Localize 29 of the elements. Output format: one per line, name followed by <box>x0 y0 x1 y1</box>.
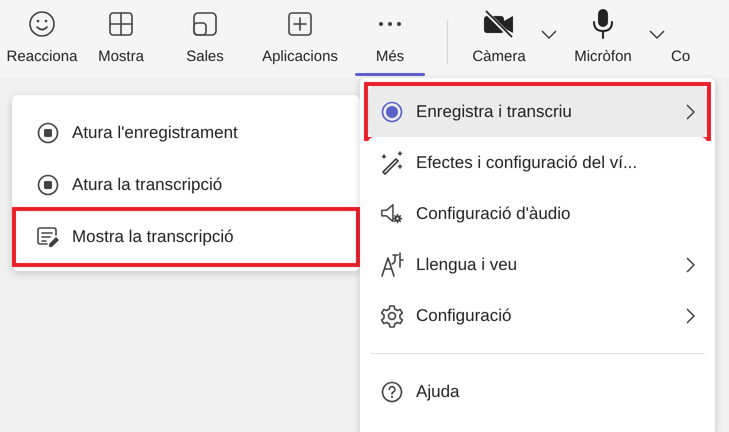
toolbar-button[interactable]: Reacciona <box>0 0 84 78</box>
toolbar-button[interactable]: Aplicacions <box>252 0 348 78</box>
rooms-icon <box>192 11 218 37</box>
language-icon <box>380 252 404 278</box>
chevron-down-icon <box>541 30 557 40</box>
menu-item[interactable]: Atura l'enregistrament <box>16 107 356 159</box>
toolbar-button[interactable]: Càmera <box>463 0 535 78</box>
help-icon <box>380 380 404 402</box>
toolbar-button[interactable]: Mostra <box>84 0 158 78</box>
add-icon <box>287 11 313 37</box>
chevron-down-icon <box>649 30 665 40</box>
smile-icon <box>28 10 56 38</box>
toolbar-button[interactable]: Més <box>348 0 432 78</box>
wand-icon <box>380 150 404 174</box>
grid-icon <box>108 11 134 37</box>
menu-item[interactable]: Atura la transcripció <box>16 159 356 211</box>
transcript-icon <box>36 226 60 248</box>
menu-item[interactable]: Mostra la transcripció <box>16 211 356 263</box>
toolbar-button[interactable]: Co <box>671 0 711 78</box>
microphone-icon <box>592 8 614 40</box>
more-icon <box>377 20 403 28</box>
camera-off-icon <box>482 9 516 39</box>
stop-icon <box>36 174 60 196</box>
toolbar-button[interactable]: Micròfon <box>563 0 643 78</box>
settings-icon <box>380 304 404 328</box>
stop-icon <box>36 122 60 144</box>
speaker-settings-icon <box>380 202 404 226</box>
record-icon <box>380 100 404 122</box>
toolbar-button[interactable]: Sales <box>158 0 252 78</box>
